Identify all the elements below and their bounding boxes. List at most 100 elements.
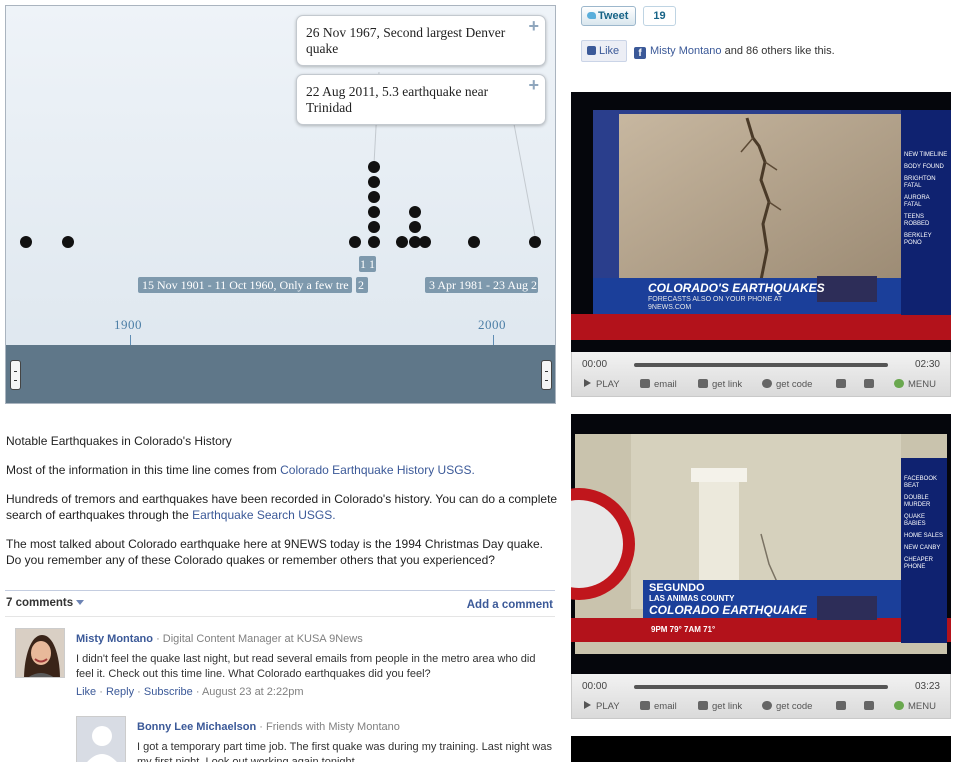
get-link-button[interactable]: get link [698, 701, 742, 712]
timeline-event-dot[interactable] [409, 206, 421, 218]
dropdown-caret-icon [76, 600, 85, 606]
timeline-overview-band[interactable] [6, 345, 555, 403]
timeline-right-handle[interactable] [541, 360, 552, 390]
timeline-event-dot[interactable] [368, 161, 380, 173]
timeline-event-dot[interactable] [368, 206, 380, 218]
video-screen[interactable]: SEGUNDO LAS ANIMAS COUNTY COLORADO EARTH… [571, 414, 951, 674]
video-headline: COLORADO'S EARTHQUAKES [648, 281, 825, 295]
email-button[interactable]: email [640, 701, 677, 712]
timeline-event-dot[interactable] [368, 236, 380, 248]
play-icon [584, 701, 591, 709]
article-paragraph-2: Hundreds of tremors and earthquakes have… [6, 492, 558, 522]
get-link-button[interactable]: get link [698, 379, 742, 390]
timeline-bubble-2011[interactable]: 22 Aug 2011, 5.3 earthquake near Trinida… [296, 74, 546, 125]
timeline-band-early[interactable]: 15 Nov 1901 - 11 Oct 1960, Only a few tr… [138, 277, 352, 293]
get-code-button[interactable]: get code [762, 379, 812, 390]
timeline-event-dot[interactable] [349, 236, 361, 248]
facebook-icon: f [634, 47, 646, 59]
timeline-band-mid[interactable]: 2 [356, 277, 368, 293]
timeline-event-dot[interactable] [20, 236, 32, 248]
comment-actions: Like · Reply · Subscribe · August 23 at … [76, 686, 304, 698]
article-paragraph-1: Most of the information in this time lin… [6, 463, 475, 477]
video-progress-bar[interactable] [634, 685, 888, 689]
video-headline: COLORADO EARTHQUAKE [649, 603, 807, 617]
code-icon [762, 701, 772, 710]
menu-button[interactable]: MENU [894, 701, 936, 712]
year-label-1900: 1900 [114, 317, 142, 332]
usgs-history-link[interactable]: Colorado Earthquake History USGS. [280, 463, 475, 477]
video-player-3[interactable] [571, 736, 951, 762]
default-avatar-icon [77, 717, 125, 762]
envelope-icon [640, 701, 650, 710]
timeline-event-dot[interactable] [529, 236, 541, 248]
avatar[interactable] [15, 628, 65, 678]
fullscreen-icon [836, 379, 846, 388]
video-player-2[interactable]: SEGUNDO LAS ANIMAS COUNTY COLORADO EARTH… [571, 414, 951, 719]
year-tick-1900 [130, 335, 131, 345]
commenter-name[interactable]: Bonny Lee Michaelson [137, 721, 256, 733]
article-heading: Notable Earthquakes in Colorado's Histor… [6, 434, 232, 448]
timeline-event-dot[interactable] [396, 236, 408, 248]
add-comment-link[interactable]: Add a comment [467, 599, 553, 611]
timeline-event-dot[interactable] [468, 236, 480, 248]
twitter-bird-icon [587, 12, 596, 19]
timeline-event-dot[interactable] [409, 221, 421, 233]
liker-name-link[interactable]: Misty Montano [650, 45, 722, 57]
fullscreen-button[interactable] [836, 701, 850, 712]
timeline-event-dot[interactable] [368, 176, 380, 188]
timeline-event-dot[interactable] [62, 236, 74, 248]
menu-icon [894, 701, 904, 710]
volume-button[interactable] [864, 701, 878, 712]
thumbs-up-icon [587, 46, 596, 55]
volume-button[interactable] [864, 379, 878, 390]
video-duration: 03:23 [914, 681, 940, 692]
commenter-name[interactable]: Misty Montano [76, 633, 153, 645]
timeline-event-dot[interactable] [419, 236, 431, 248]
email-button[interactable]: email [640, 379, 677, 390]
default-avatar[interactable] [76, 716, 126, 762]
expand-plus-icon[interactable]: + [528, 17, 539, 35]
video-ticker: NEW TIMELINE BODY FOUND BRIGHTON FATAL A… [904, 152, 948, 246]
video-screen[interactable]: COLORADO'S EARTHQUAKES FORECASTS ALSO ON… [571, 92, 951, 352]
fullscreen-button[interactable] [836, 379, 850, 390]
tweet-button[interactable]: Tweet [581, 6, 636, 26]
video-weather: 9PM 79° 7AM 71° [651, 625, 716, 634]
timeline-widget[interactable]: 26 Nov 1967, Second largest Denver quake… [5, 5, 556, 404]
article-body: Notable Earthquakes in Colorado's Histor… [6, 433, 558, 581]
expand-plus-icon[interactable]: + [528, 76, 539, 94]
video-duration: 02:30 [914, 359, 940, 370]
video-elapsed-time: 00:00 [582, 359, 608, 370]
facebook-like-button[interactable]: Like [581, 40, 627, 62]
volume-icon [864, 379, 874, 388]
code-icon [762, 379, 772, 388]
timeline-left-handle[interactable] [10, 360, 21, 390]
timeline-event-dot[interactable] [368, 191, 380, 203]
video-ticker: FACEBOOK BEAT DOUBLE MURDER QUAKE BABIES… [904, 476, 944, 570]
get-code-button[interactable]: get code [762, 701, 812, 712]
timeline-event-dot[interactable] [368, 221, 380, 233]
subscribe-link[interactable]: Subscribe [144, 686, 193, 698]
reply-link[interactable]: Reply [106, 686, 134, 698]
bubble-connector-2011 [513, 123, 536, 237]
like-summary: f Misty Montano and 86 others like this. [634, 45, 835, 59]
usgs-search-link[interactable]: Earthquake Search USGS. [192, 508, 335, 522]
like-link[interactable]: Like [76, 686, 96, 698]
bubble-text: 22 Aug 2011, 5.3 earthquake near Trinida… [306, 84, 489, 115]
video-control-bar: 00:00 03:23 PLAY email get link get code… [571, 674, 951, 719]
comment-count-dropdown[interactable]: 7 comments [6, 597, 85, 609]
timeline-bubble-1967[interactable]: 26 Nov 1967, Second largest Denver quake… [296, 15, 546, 66]
video-player-1[interactable]: COLORADO'S EARTHQUAKES FORECASTS ALSO ON… [571, 92, 951, 397]
comment-text: I got a temporary part time job. The fir… [137, 741, 552, 762]
menu-icon [894, 379, 904, 388]
play-button[interactable]: PLAY [584, 701, 620, 712]
play-button[interactable]: PLAY [584, 379, 620, 390]
menu-button[interactable]: MENU [894, 379, 936, 390]
timeline-cluster-count[interactable]: 1 1 [359, 256, 376, 272]
video-progress-bar[interactable] [634, 363, 888, 367]
year-tick-2000 [493, 335, 494, 345]
article-paragraph-3: The most talked about Colorado earthquak… [6, 537, 543, 567]
commenter-meta: · Digital Content Manager at KUSA 9News [156, 633, 363, 645]
timeline-band-late[interactable]: 3 Apr 1981 - 23 Aug 2 [425, 277, 538, 293]
comments-header: 7 comments Add a comment [5, 590, 555, 617]
commenter-meta: · Friends with Misty Montano [259, 721, 400, 733]
